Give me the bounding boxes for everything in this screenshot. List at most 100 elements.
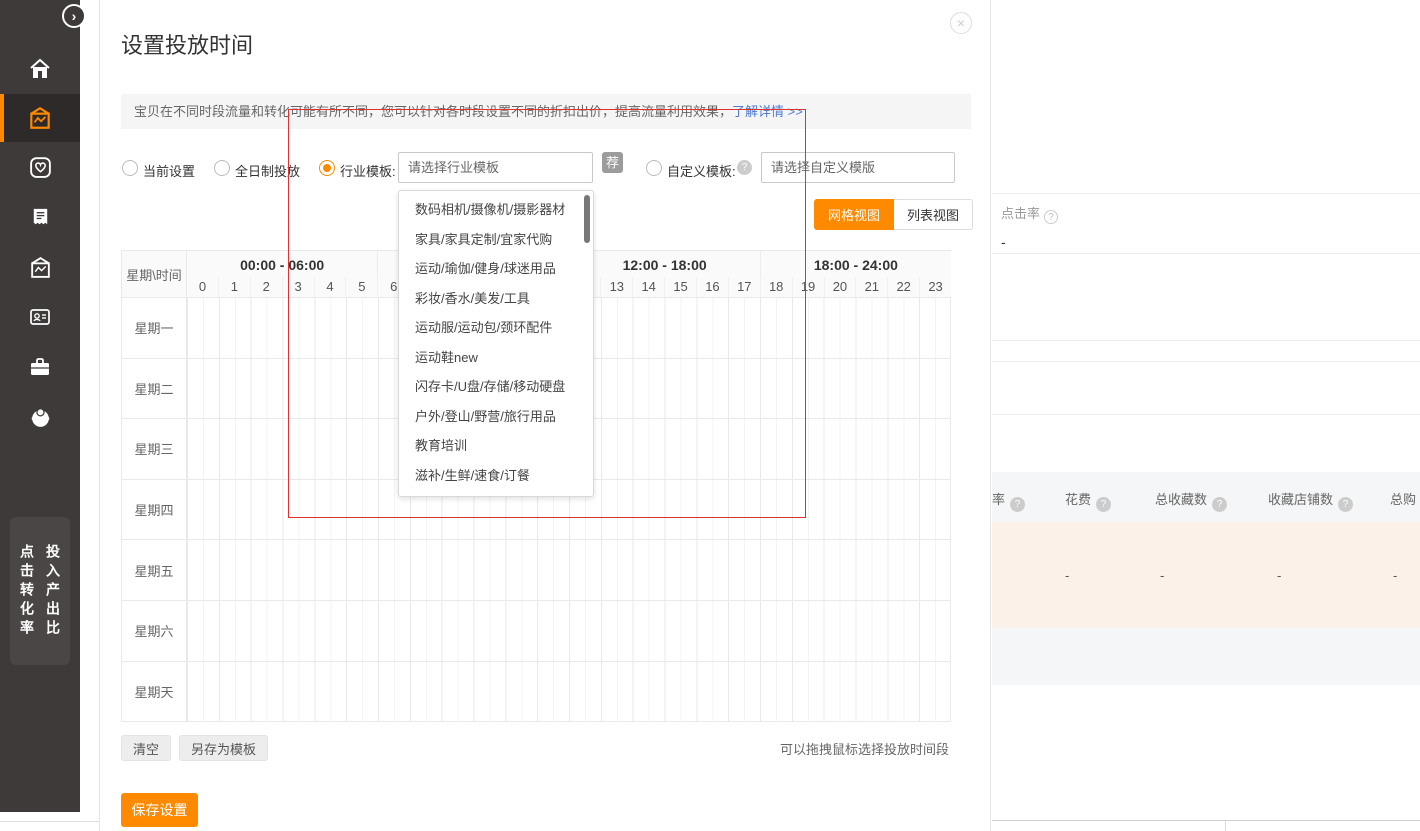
day-label: 星期五 <box>122 540 187 600</box>
column-label: 花费 <box>1065 492 1091 507</box>
time-block-label: 00:00 - 06:00 <box>187 251 377 277</box>
dropdown-option[interactable]: 彩妆/香水/美发/工具 <box>399 284 593 314</box>
hour-label: 14 <box>632 277 664 297</box>
sidebar-expand-button[interactable]: › <box>62 4 86 28</box>
set-delivery-time-modal: × 设置投放时间 宝贝在不同时段流量和转化可能有所不同，您可以针对各时段设置不同… <box>99 0 991 831</box>
help-icon[interactable]: ? <box>737 160 752 175</box>
grid-view-button[interactable]: 网格视图 <box>814 199 894 230</box>
hour-label: 18 <box>760 277 792 297</box>
sidebar-item-home[interactable] <box>0 44 80 94</box>
grid-corner-label: 星期\时间 <box>122 251 187 298</box>
table-header-row: 率?花费?总收藏数?收藏店铺数?总购 <box>992 472 1420 522</box>
learn-more-link[interactable]: 了解详情 >> <box>732 104 803 119</box>
divider <box>992 340 1420 341</box>
hour-label: 17 <box>728 277 760 297</box>
day-label: 星期四 <box>122 480 187 540</box>
briefcase-icon <box>28 355 52 379</box>
save-settings-button[interactable]: 保存设置 <box>121 793 198 827</box>
radio-current-setting[interactable] <box>122 160 138 176</box>
table-cell-value: - <box>1393 568 1397 583</box>
day-label: 星期六 <box>122 601 187 661</box>
grid-day-row: 星期天 <box>122 662 950 723</box>
table-column-header: 总购 <box>1390 489 1416 508</box>
help-icon[interactable]: ? <box>1212 497 1227 512</box>
grid-day-row: 星期六 <box>122 601 950 662</box>
sidebar-item-gallery[interactable] <box>0 242 80 292</box>
day-hour-cells[interactable] <box>187 662 950 723</box>
dropdown-option[interactable]: 教育培训 <box>399 431 593 461</box>
help-icon[interactable]: ? <box>1010 497 1025 512</box>
day-hour-cells[interactable] <box>187 601 950 661</box>
ctr-metric: 点击率? - <box>1001 203 1058 250</box>
dropdown-option[interactable]: 运动/瑜伽/健身/球迷用品 <box>399 254 593 284</box>
table-row[interactable]: ---- <box>992 522 1420 628</box>
divider <box>1225 821 1226 831</box>
sidebar-item-tools[interactable] <box>0 342 80 392</box>
clear-button[interactable]: 清空 <box>121 735 171 761</box>
table-column-header: 花费? <box>1065 489 1111 512</box>
radio-current-setting-label: 当前设置 <box>143 161 195 180</box>
dropdown-scrollbar[interactable] <box>584 195 590 243</box>
table-row-empty <box>992 628 1420 685</box>
dropdown-option[interactable]: 运动鞋new <box>399 343 593 373</box>
background-panel: 点击率? - 率?花费?总收藏数?收藏店铺数?总购 ---- <box>992 0 1420 831</box>
column-label: 总购 <box>1390 492 1416 507</box>
custom-template-input[interactable] <box>761 152 955 183</box>
hour-label: 13 <box>600 277 632 297</box>
close-icon[interactable]: × <box>950 12 972 34</box>
vertical-metric-tag: 点击转化率 <box>17 544 37 639</box>
modal-title: 设置投放时间 <box>121 28 253 60</box>
campaign-icon <box>27 105 53 131</box>
chevron-right-icon: › <box>72 8 77 24</box>
industry-template-input[interactable] <box>398 152 593 183</box>
dropdown-option[interactable]: 滋补/生鲜/速食/订餐 <box>399 461 593 491</box>
dropdown-option-clipped[interactable]: …… <box>399 490 593 497</box>
sidebar-item-favorites[interactable] <box>0 142 80 192</box>
user-icon <box>28 405 53 430</box>
divider <box>992 361 1420 362</box>
sidebar-item-campaign[interactable] <box>0 94 80 142</box>
divider <box>992 820 1420 821</box>
divider <box>0 821 99 822</box>
help-icon[interactable]: ? <box>1096 497 1111 512</box>
dropdown-option[interactable]: 家具/家具定制/宜家代购 <box>399 225 593 255</box>
divider <box>992 414 1420 415</box>
heart-icon <box>28 155 53 180</box>
view-toggle: 网格视图 列表视图 <box>814 199 973 230</box>
table-column-header: 率? <box>992 489 1025 512</box>
radio-fullday[interactable] <box>214 160 230 176</box>
hour-label: 16 <box>696 277 728 297</box>
dropdown-option[interactable]: 数码相机/摄像机/摄影器材 <box>399 195 593 225</box>
gallery-icon <box>28 255 53 280</box>
ctr-metric-value: - <box>1001 234 1058 250</box>
table-cell-value: - <box>1277 568 1281 583</box>
table-cell-value: - <box>1160 568 1164 583</box>
day-label: 星期天 <box>122 662 187 723</box>
hour-label: 4 <box>314 277 346 297</box>
hour-label: 19 <box>792 277 824 297</box>
day-label: 星期三 <box>122 419 187 479</box>
dropdown-option[interactable]: 户外/登山/野营/旅行用品 <box>399 402 593 432</box>
table-column-header: 总收藏数? <box>1155 489 1227 512</box>
day-hour-cells[interactable] <box>187 540 950 600</box>
list-view-button[interactable]: 列表视图 <box>894 199 973 230</box>
industry-template-dropdown: 数码相机/摄像机/摄影器材家具/家具定制/宜家代购运动/瑜伽/健身/球迷用品彩妆… <box>398 190 594 497</box>
sidebar-item-account[interactable] <box>0 392 80 442</box>
hour-label: 23 <box>919 277 951 297</box>
hour-label: 22 <box>887 277 919 297</box>
help-icon[interactable]: ? <box>1338 497 1353 512</box>
dropdown-option[interactable]: 闪存卡/U盘/存储/移动硬盘 <box>399 372 593 402</box>
sidebar: 点击转化率投入产出比 <box>0 0 80 812</box>
dropdown-option[interactable]: 运动服/运动包/颈环配件 <box>399 313 593 343</box>
radio-custom-template-label: 自定义模板: <box>667 161 736 180</box>
hour-label: 1 <box>218 277 250 297</box>
sidebar-item-contacts[interactable] <box>0 292 80 342</box>
radio-custom-template[interactable] <box>646 160 662 176</box>
help-icon[interactable]: ? <box>1044 210 1058 224</box>
table-column-header: 收藏店铺数? <box>1268 489 1353 512</box>
time-block-label: 12:00 - 18:00 <box>569 251 760 277</box>
radio-fullday-label: 全日制投放 <box>235 161 300 180</box>
sidebar-item-reports[interactable] <box>0 192 80 242</box>
radio-industry-template[interactable] <box>319 160 335 176</box>
save-as-template-button[interactable]: 另存为模板 <box>179 735 268 761</box>
